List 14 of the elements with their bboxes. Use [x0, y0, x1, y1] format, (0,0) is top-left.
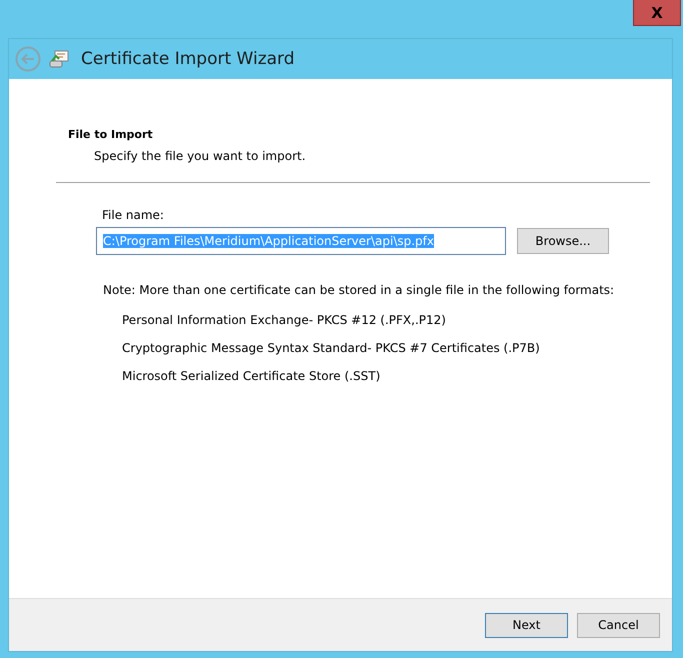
format-item: Cryptographic Message Syntax Standard- PKCS #7 Certificates (.P7B): [122, 341, 541, 355]
format-item: Personal Information Exchange- PKCS #12 (.PFX,.P12): [122, 313, 447, 327]
format-item: Microsoft Serialized Certificate Store (.SST): [122, 369, 382, 383]
page-subheading: Specify the file you want to import.: [94, 149, 307, 163]
field-label: File name:: [102, 208, 165, 222]
close-button[interactable]: X: [633, 0, 681, 26]
note-text: Note: More than one certificate can be stored in a single file in the following formats:: [103, 283, 616, 297]
browse-button[interactable]: Browse...: [517, 228, 609, 254]
next-button[interactable]: Next: [485, 612, 568, 638]
page-heading: File to Import: [68, 128, 154, 141]
back-icon[interactable]: [15, 46, 41, 72]
certificate-icon: [49, 49, 71, 69]
cancel-button[interactable]: Cancel: [577, 612, 660, 638]
window-title: Certificate Import Wizard: [81, 49, 295, 69]
